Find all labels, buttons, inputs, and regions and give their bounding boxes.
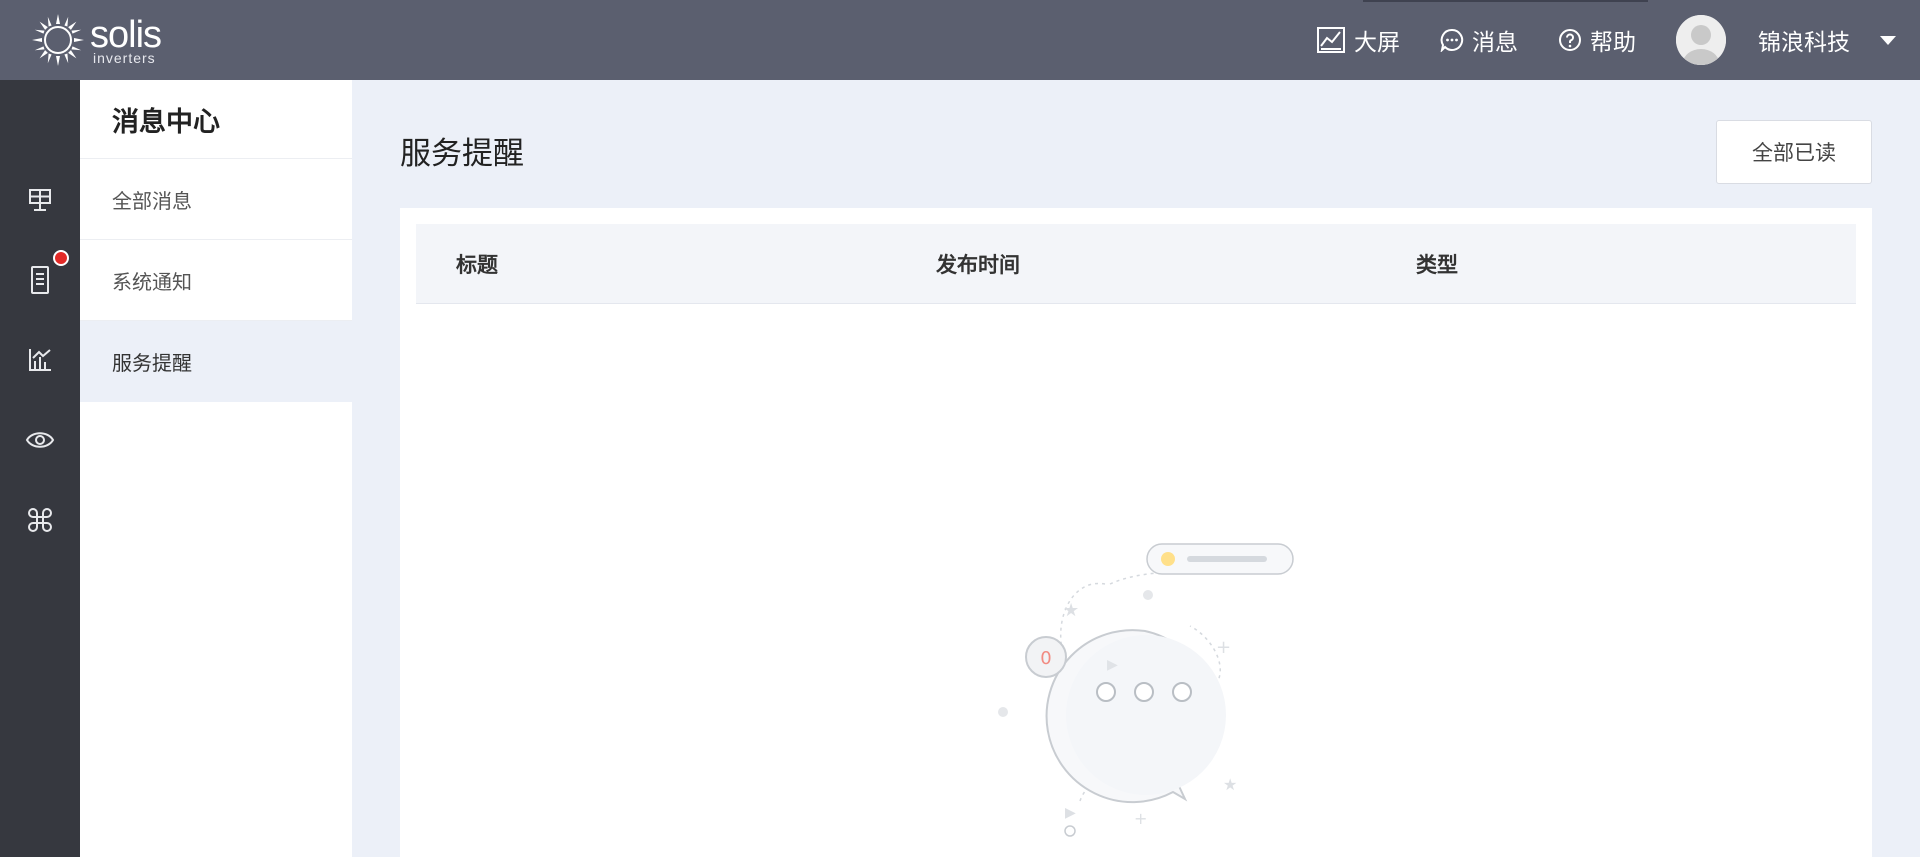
inverter-icon — [31, 266, 49, 294]
column-header-publish-time[interactable]: 发布时间 — [936, 224, 1020, 304]
menu-item-service-reminder[interactable]: 服务提醒 — [80, 321, 352, 402]
mark-all-read-button[interactable]: 全部已读 — [1716, 120, 1872, 184]
chart-screen-icon — [1317, 27, 1345, 53]
message-center-menu: 消息中心 全部消息 系统通知 服务提醒 — [80, 80, 352, 857]
solar-panel-icon — [29, 189, 51, 211]
rail-item-analytics[interactable] — [0, 340, 80, 380]
nav-help[interactable]: 帮助 — [1558, 23, 1636, 57]
nav-help-label: 帮助 — [1590, 30, 1636, 56]
logo[interactable]: solis inverters — [30, 12, 162, 68]
rail-item-devices[interactable] — [0, 260, 80, 300]
help-icon — [1559, 29, 1581, 51]
rail-item-monitor[interactable] — [0, 420, 80, 460]
table-header: 标题 发布时间 类型 — [416, 224, 1856, 304]
analytics-icon — [29, 349, 51, 371]
svg-text:▶: ▶ — [1065, 805, 1076, 821]
brand-tagline: inverters — [93, 49, 156, 66]
user-name[interactable]: 锦浪科技 — [1758, 23, 1850, 57]
rail-item-plants[interactable] — [0, 180, 80, 220]
svg-text:★: ★ — [1063, 600, 1079, 621]
top-bar: solis inverters 大屏 消息 帮助 锦浪科技 — [0, 0, 1920, 80]
chevron-down-icon[interactable] — [1880, 35, 1896, 45]
nav-big-screen[interactable]: 大屏 — [1316, 23, 1400, 57]
svg-text:+: + — [1216, 637, 1231, 658]
rail-item-apps[interactable] — [0, 500, 80, 540]
avatar[interactable] — [1676, 15, 1726, 65]
page-title: 服务提醒 — [400, 136, 524, 172]
menu-item-all-messages[interactable]: 全部消息 — [80, 159, 352, 240]
empty-badge-count: 0 — [1040, 648, 1051, 669]
nav-big-screen-label: 大屏 — [1354, 30, 1400, 56]
top-nav: 大屏 消息 帮助 锦浪科技 — [1316, 0, 1920, 80]
apps-icon — [28, 508, 52, 532]
svg-text:★: ★ — [1223, 775, 1237, 794]
menu-item-system-notice[interactable]: 系统通知 — [80, 240, 352, 321]
menu-title: 消息中心 — [80, 80, 352, 159]
column-header-title[interactable]: 标题 — [456, 224, 498, 304]
notification-dot — [53, 250, 69, 266]
sun-logo-icon — [32, 14, 84, 66]
svg-text:+: + — [1134, 809, 1147, 828]
message-icon — [1440, 28, 1464, 52]
svg-text:▶: ▶ — [1107, 657, 1118, 673]
brand-name: solis — [90, 13, 162, 56]
nav-messages[interactable]: 消息 — [1440, 23, 1518, 57]
column-header-type[interactable]: 类型 — [1416, 224, 1458, 304]
eye-icon — [25, 432, 55, 448]
nav-messages-label: 消息 — [1472, 30, 1518, 56]
empty-chat-illustration-icon: ★ + ★ + ▶ ▶ 0 — [998, 543, 1294, 837]
user-avatar-icon — [1676, 15, 1726, 65]
icon-rail — [0, 80, 80, 857]
empty-state: ★ + ★ + ▶ ▶ 0 — [960, 536, 1360, 856]
message-table-panel: 标题 发布时间 类型 ★ + ★ + ▶ ▶ 0 — [400, 208, 1872, 857]
